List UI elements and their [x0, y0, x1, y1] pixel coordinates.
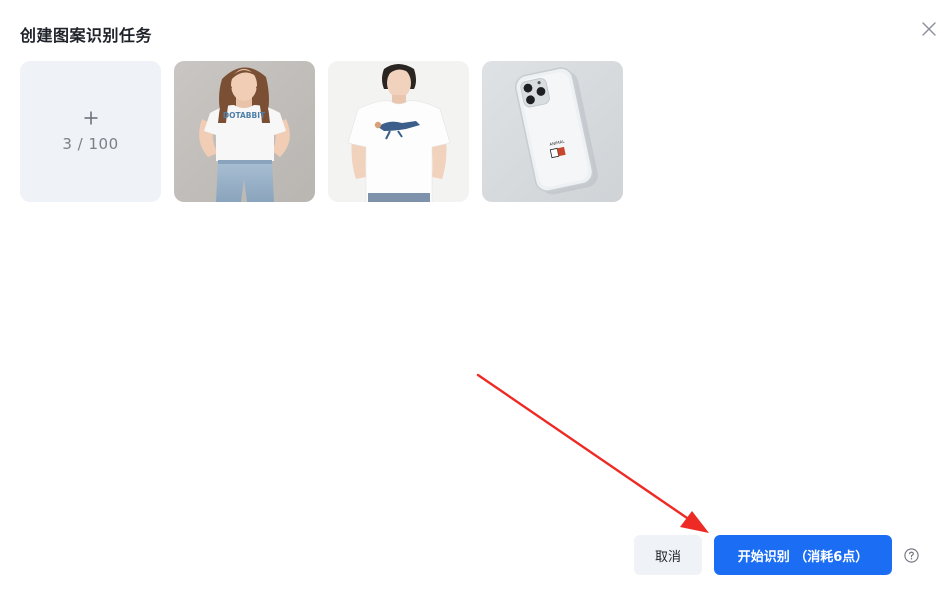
phone-case-image: ANIMAL [482, 61, 623, 202]
uploaded-image-2[interactable] [328, 61, 469, 202]
add-image-button[interactable]: 3 / 100 [20, 61, 161, 202]
image-upload-list: 3 / 100 DOTABBIT ANIMAL [20, 61, 623, 202]
create-pattern-recognition-dialog: 创建图案识别任务 3 / 100 DOTABBIT ANIMAL 取消 开始识别… [0, 0, 949, 595]
cancel-button[interactable]: 取消 [634, 535, 702, 575]
upload-count: 3 / 100 [62, 134, 119, 153]
uploaded-image-1[interactable]: DOTABBIT [174, 61, 315, 202]
woman-tshirt-image: DOTABBIT [174, 61, 315, 202]
start-recognition-button[interactable]: 开始识别 （消耗6点） [714, 535, 892, 575]
question-circle-icon[interactable] [904, 548, 919, 563]
dialog-title: 创建图案识别任务 [20, 26, 153, 45]
close-icon[interactable] [918, 18, 940, 40]
plus-icon [84, 111, 97, 124]
man-tshirt-image [328, 61, 469, 202]
shirt-print-text: DOTABBIT [223, 111, 266, 120]
uploaded-image-3[interactable]: ANIMAL [482, 61, 623, 202]
